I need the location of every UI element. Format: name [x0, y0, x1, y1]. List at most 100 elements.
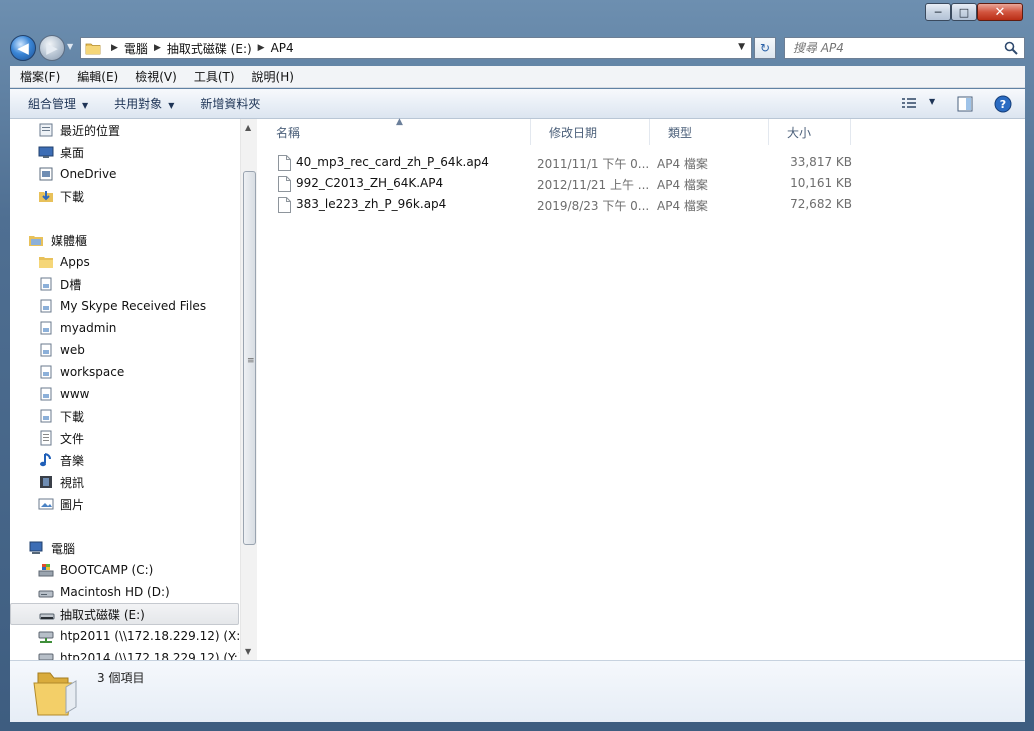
share-with-label: 共用對象	[114, 97, 163, 111]
library-folder-icon	[40, 387, 52, 401]
column-header-size[interactable]: 大小	[769, 119, 851, 145]
organize-button[interactable]: 組合管理 ▼	[28, 95, 88, 112]
nav-item-desktop[interactable]: 桌面	[10, 141, 239, 163]
scrollbar-thumb[interactable]: ≡	[243, 171, 256, 545]
nav-item-recent-places[interactable]: 最近的位置	[10, 119, 239, 141]
menu-tools[interactable]: 工具(T)	[194, 68, 235, 85]
nav-item-label: 視訊	[60, 475, 85, 490]
search-input[interactable]	[785, 38, 985, 58]
nav-item-label: web	[60, 343, 85, 357]
new-folder-button[interactable]: 新增資料夾	[200, 95, 260, 112]
folder-icon	[33, 672, 77, 716]
refresh-icon: ↻	[759, 41, 771, 55]
nav-item-apps[interactable]: Apps	[10, 251, 239, 273]
address-bar[interactable]: ▶ 電腦 ▶ 抽取式磁碟 (E:) ▶ AP4 ▼	[80, 37, 752, 59]
recent-pages-dropdown[interactable]: ▼	[67, 42, 73, 51]
nav-item-label: 媒體櫃	[51, 233, 88, 248]
file-type: AP4 檔案	[657, 178, 708, 192]
back-button[interactable]: ◀	[10, 35, 36, 61]
maximize-button[interactable]: □	[951, 3, 977, 21]
nav-item-d-drive-lib[interactable]: D槽	[10, 273, 239, 295]
minimize-icon: ─	[934, 5, 942, 19]
nav-item-myadmin[interactable]: myadmin	[10, 317, 239, 339]
library-folder-icon	[40, 343, 52, 357]
nav-item-macintosh-hd[interactable]: Macintosh HD (D:)	[10, 581, 239, 603]
breadcrumb-ap4[interactable]: AP4	[271, 41, 294, 55]
nav-item-computer[interactable]: 電腦	[10, 537, 239, 559]
breadcrumb-removable-drive[interactable]: 抽取式磁碟 (E:)	[167, 40, 252, 57]
file-list: ▲ 名稱 修改日期 類型 大小 40_mp3_rec_card_zh_P_64k…	[258, 117, 1025, 660]
library-folder-icon	[40, 277, 52, 291]
address-history-dropdown[interactable]: ▼	[738, 42, 745, 52]
chevron-down-icon: ▼	[82, 101, 89, 110]
nav-item-documents[interactable]: 文件	[10, 427, 239, 449]
nav-item-removable-drive[interactable]: 抽取式磁碟 (E:)	[10, 603, 239, 625]
close-button[interactable]: ✕	[977, 3, 1023, 21]
nav-item-music[interactable]: 音樂	[10, 449, 239, 471]
view-options-chevron-icon[interactable]: ▼	[929, 97, 935, 106]
nav-item-label: 最近的位置	[60, 123, 121, 138]
search-icon[interactable]	[1004, 41, 1018, 55]
network-drive-icon	[38, 631, 54, 643]
breadcrumb-chevron-icon[interactable]: ▶	[111, 43, 118, 53]
nav-item-downloads[interactable]: 下載	[10, 185, 239, 207]
nav-item-videos[interactable]: 視訊	[10, 471, 239, 493]
arrow-right-icon: ▶	[46, 39, 58, 57]
scroll-grip-icon: ≡	[247, 356, 255, 366]
command-bar: 組合管理 ▼ 共用對象 ▼ 新增資料夾 ▼ ?	[10, 89, 1025, 119]
arrow-left-icon: ◀	[17, 39, 29, 57]
scroll-down-icon[interactable]: ▼	[245, 647, 251, 656]
share-with-button[interactable]: 共用對象 ▼	[114, 95, 174, 112]
navigation-scrollbar[interactable]: ▲ ≡ ▼	[240, 119, 257, 660]
nav-item-libraries[interactable]: 媒體櫃	[10, 229, 239, 251]
breadcrumb-computer[interactable]: 電腦	[124, 40, 148, 57]
videos-icon	[40, 476, 52, 488]
network-drive-icon	[38, 653, 54, 660]
nav-item-lib-downloads[interactable]: 下載	[10, 405, 239, 427]
item-count: 3 個項目	[97, 671, 145, 685]
nav-item-label: 電腦	[51, 541, 76, 556]
scroll-up-icon[interactable]: ▲	[245, 123, 251, 132]
menu-help[interactable]: 說明(H)	[252, 68, 294, 85]
nav-item-label: My Skype Received Files	[60, 299, 207, 313]
nav-item-www[interactable]: www	[10, 383, 239, 405]
help-icon[interactable]: ?	[994, 95, 1012, 113]
libraries-icon	[29, 236, 43, 246]
column-header-type[interactable]: 類型	[650, 119, 769, 145]
menu-edit[interactable]: 編輯(E)	[77, 68, 118, 85]
nav-item-label: 桌面	[60, 145, 85, 160]
nav-item-skype-files[interactable]: My Skype Received Files	[10, 295, 239, 317]
nav-item-label: myadmin	[60, 321, 117, 335]
column-header-name[interactable]: 名稱	[258, 119, 531, 145]
file-row[interactable]: 992_C2013_ZH_64K.AP4 2012/11/21 上午 ... A…	[278, 173, 858, 194]
svg-text:?: ?	[1000, 98, 1006, 111]
details-pane: 3 個項目	[10, 660, 1025, 722]
minimize-button[interactable]: ─	[925, 3, 951, 21]
nav-item-network-y[interactable]: htp2014 (\\172.18.229.12) (Y:)	[10, 647, 239, 660]
nav-item-label: 下載	[60, 409, 85, 424]
menu-file[interactable]: 檔案(F)	[20, 68, 60, 85]
nav-item-bootcamp[interactable]: BOOTCAMP (C:)	[10, 559, 239, 581]
file-icon	[278, 197, 291, 213]
search-box[interactable]	[784, 37, 1025, 59]
nav-item-web[interactable]: web	[10, 339, 239, 361]
nav-item-onedrive[interactable]: OneDrive	[10, 163, 239, 185]
column-header-date[interactable]: 修改日期	[531, 119, 650, 145]
file-row[interactable]: 40_mp3_rec_card_zh_P_64k.ap4 2011/11/1 下…	[278, 152, 858, 173]
onedrive-icon	[39, 167, 53, 181]
breadcrumb-chevron-icon[interactable]: ▶	[258, 43, 265, 53]
nav-item-label: 文件	[60, 431, 85, 446]
nav-item-workspace[interactable]: workspace	[10, 361, 239, 383]
computer-icon	[29, 541, 43, 554]
nav-item-pictures[interactable]: 圖片	[10, 493, 239, 515]
breadcrumb-chevron-icon[interactable]: ▶	[154, 43, 161, 53]
forward-button[interactable]: ▶	[39, 35, 65, 61]
file-row[interactable]: 383_le223_zh_P_96k.ap4 2019/8/23 下午 0...…	[278, 194, 858, 215]
change-view-icon[interactable]	[901, 97, 917, 111]
preview-pane-icon[interactable]	[957, 96, 973, 112]
nav-item-network-x[interactable]: htp2011 (\\172.18.229.12) (X:)	[10, 625, 239, 647]
refresh-button[interactable]: ↻	[754, 37, 776, 59]
file-size: 10,161 KB	[790, 176, 852, 190]
recent-places-icon	[39, 123, 53, 137]
menu-view[interactable]: 檢視(V)	[135, 68, 177, 85]
